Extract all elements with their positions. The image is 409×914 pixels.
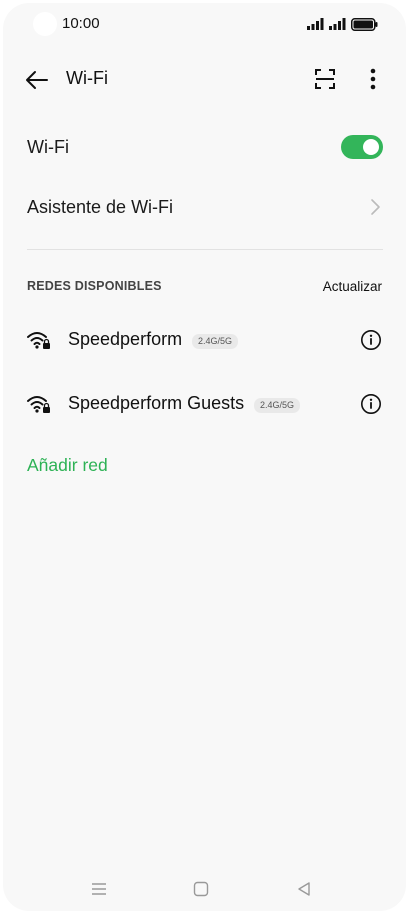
menu-icon xyxy=(92,883,106,895)
wifi-assistant-row[interactable]: Asistente de Wi-Fi xyxy=(3,183,406,233)
network-item[interactable]: Speedperform 2.4G/5G xyxy=(3,318,406,362)
signal-icon xyxy=(307,18,324,30)
add-network-button[interactable]: Añadir red xyxy=(27,455,108,476)
back-triangle-icon xyxy=(298,882,310,896)
page-title: Wi-Fi xyxy=(66,68,108,88)
back-nav-button[interactable] xyxy=(293,878,315,900)
refresh-button[interactable]: Actualizar xyxy=(323,279,382,294)
available-networks-header: REDES DISPONIBLES xyxy=(27,279,162,293)
arrow-left-icon xyxy=(26,71,48,89)
band-badge: 2.4G/5G xyxy=(192,334,239,349)
more-options-button[interactable] xyxy=(359,65,387,93)
camera-cutout xyxy=(33,12,57,36)
wifi-assistant-label: Asistente de Wi-Fi xyxy=(27,197,174,217)
home-button[interactable] xyxy=(190,878,212,900)
info-icon[interactable] xyxy=(360,329,382,351)
network-name: Speedperform xyxy=(68,329,183,349)
wifi-toggle[interactable] xyxy=(341,135,383,159)
network-item[interactable]: Speedperform Guests 2.4G/5G xyxy=(3,382,406,426)
signal-icon xyxy=(329,18,346,30)
status-icons xyxy=(307,16,378,32)
info-icon[interactable] xyxy=(360,393,382,415)
wifi-toggle-row[interactable]: Wi-Fi xyxy=(3,123,406,173)
wifi-lock-icon xyxy=(27,396,50,413)
divider xyxy=(27,249,383,250)
app-bar: Wi-Fi xyxy=(3,58,406,100)
network-name: Speedperform Guests xyxy=(68,393,245,413)
navigation-bar xyxy=(3,869,406,909)
more-vertical-icon xyxy=(370,68,376,90)
wifi-label: Wi-Fi xyxy=(27,137,69,157)
back-button[interactable] xyxy=(23,66,51,94)
band-badge: 2.4G/5G xyxy=(254,398,301,413)
toggle-knob xyxy=(363,139,379,155)
screen: 10:00 Wi-Fi Wi-Fi Asistente de Wi-Fi RED… xyxy=(3,3,406,911)
qr-scan-icon xyxy=(315,69,335,89)
qr-scan-button[interactable] xyxy=(311,65,339,93)
wifi-lock-icon xyxy=(27,332,50,349)
chevron-right-icon xyxy=(371,199,380,215)
status-bar: 10:00 xyxy=(3,3,406,45)
battery-icon xyxy=(351,17,378,31)
status-time: 10:00 xyxy=(62,15,100,32)
home-square-icon xyxy=(193,881,209,897)
recent-apps-button[interactable] xyxy=(88,878,110,900)
